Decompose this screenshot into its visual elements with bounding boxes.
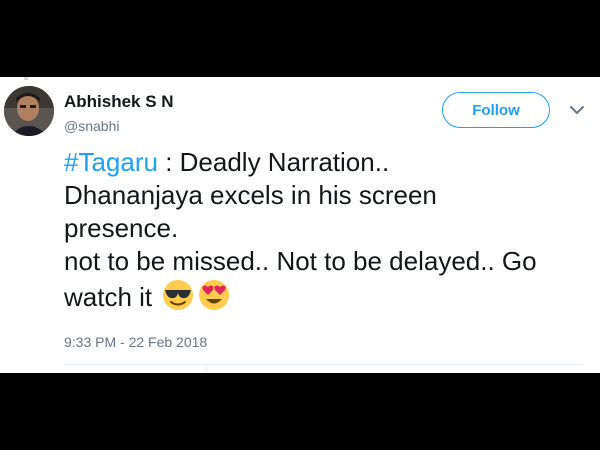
sunglasses-emoji-icon [161,278,195,312]
tweet-card: Abhishek S N @snabhi Follow #Tagaru : De… [0,77,600,373]
tweet-line-2: Dhananjaya excels in his screen [64,180,437,210]
divider [64,364,584,365]
avatar[interactable] [4,86,54,136]
hashtag-link[interactable]: #Tagaru [64,147,158,177]
tweet-line-5: watch it [64,278,594,314]
screenshot-frame: Abhishek S N @snabhi Follow #Tagaru : De… [0,0,600,450]
tweet-line-3: presence. [64,213,179,243]
follow-button[interactable]: Follow [442,92,550,128]
user-handle[interactable]: @snabhi [64,118,119,134]
tweet-text: #Tagaru : Deadly Narration.. Dhananjaya … [64,146,594,314]
thread-connector [24,77,28,80]
display-name[interactable]: Abhishek S N [64,92,174,112]
tweet-timestamp[interactable]: 9:33 PM - 22 Feb 2018 [64,334,207,350]
divider-tick [206,365,207,373]
tweet-line-5-text: watch it [64,282,153,312]
tweet-line-1: #Tagaru : Deadly Narration.. [64,146,594,179]
heart-eyes-emoji-icon [197,278,231,312]
tweet-line-4: not to be missed.. Not to be delayed.. G… [64,246,537,276]
tweet-line-1-text: : Deadly Narration.. [157,147,390,177]
chevron-down-icon[interactable] [568,103,586,117]
